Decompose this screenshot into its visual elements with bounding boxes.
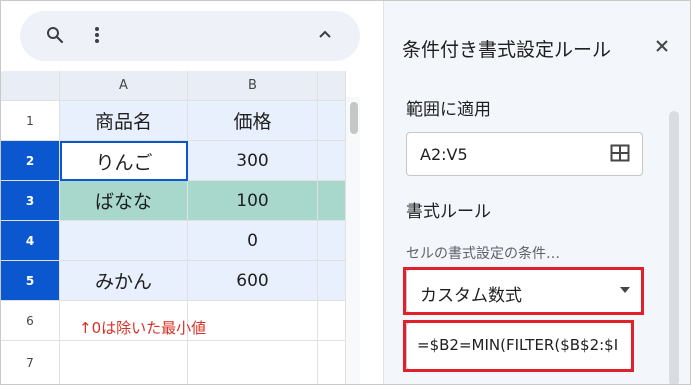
row-header-4[interactable]: 4	[1, 221, 60, 261]
cell-b3[interactable]: 100	[188, 181, 318, 221]
row-header-3[interactable]: 3	[1, 181, 60, 221]
range-input[interactable]: A2:V5	[406, 132, 643, 176]
cell-b2[interactable]: 300	[188, 141, 318, 181]
sheet-scrollbar-thumb[interactable]	[350, 102, 358, 134]
cell-c2[interactable]	[318, 141, 346, 181]
cell-a4[interactable]	[60, 221, 188, 261]
cell-a3[interactable]: ばなな	[60, 181, 188, 221]
column-header-a[interactable]: A	[60, 71, 188, 101]
cell-b7[interactable]	[188, 341, 318, 384]
sheet-scrollbar[interactable]	[346, 97, 360, 384]
row-header-7[interactable]: 7	[1, 341, 60, 384]
search-icon[interactable]	[46, 26, 64, 49]
cell-c4[interactable]	[318, 221, 346, 261]
cell-a2[interactable]: りんご	[60, 141, 188, 181]
cell-b5[interactable]: 600	[188, 261, 318, 301]
app-window: A B 1 商品名 価格 2 りんご 300 3 ばなな 100 4 0 5 み…	[0, 0, 691, 385]
panel-scrollbar[interactable]	[669, 111, 679, 384]
conditional-format-panel: 条件付き書式設定ルール 範囲に適用 A2:V5 書式ルール セルの書式設定の条件…	[383, 1, 690, 384]
cell-c5[interactable]	[318, 261, 346, 301]
dropdown-callout-box	[403, 267, 644, 315]
range-label: 範囲に適用	[406, 100, 491, 120]
formula-callout-box	[403, 320, 634, 372]
column-header-c[interactable]	[318, 71, 346, 101]
panel-title: 条件付き書式設定ルール	[402, 39, 612, 61]
cell-b4[interactable]: 0	[188, 221, 318, 261]
cell-c3[interactable]	[318, 181, 346, 221]
cell-c6[interactable]	[318, 301, 346, 341]
cell-a5[interactable]: みかん	[60, 261, 188, 301]
toolbar	[20, 11, 360, 61]
cell-c7[interactable]	[318, 341, 346, 384]
cell-b1[interactable]: 価格	[188, 101, 318, 141]
column-header-b[interactable]: B	[188, 71, 318, 101]
grid-select-icon[interactable]	[610, 144, 630, 166]
row-header-5[interactable]: 5	[1, 261, 60, 301]
select-all-corner[interactable]	[1, 71, 60, 101]
format-rules-label: 書式ルール	[406, 202, 491, 222]
cell-b6[interactable]	[188, 301, 318, 341]
annotation-note: ↑0は除いた最小値	[79, 319, 207, 337]
cell-c1[interactable]	[318, 101, 346, 141]
row-header-6[interactable]: 6	[1, 301, 60, 341]
chevron-up-icon[interactable]	[317, 26, 333, 47]
row-header-1[interactable]: 1	[1, 101, 60, 141]
row-header-2[interactable]: 2	[1, 141, 60, 181]
cell-a1[interactable]: 商品名	[60, 101, 188, 141]
more-vert-icon[interactable]	[94, 26, 100, 49]
cell-a7[interactable]	[60, 341, 188, 384]
condition-label: セルの書式設定の条件…	[406, 246, 560, 262]
range-value: A2:V5	[420, 145, 468, 164]
close-icon[interactable]	[654, 35, 670, 59]
